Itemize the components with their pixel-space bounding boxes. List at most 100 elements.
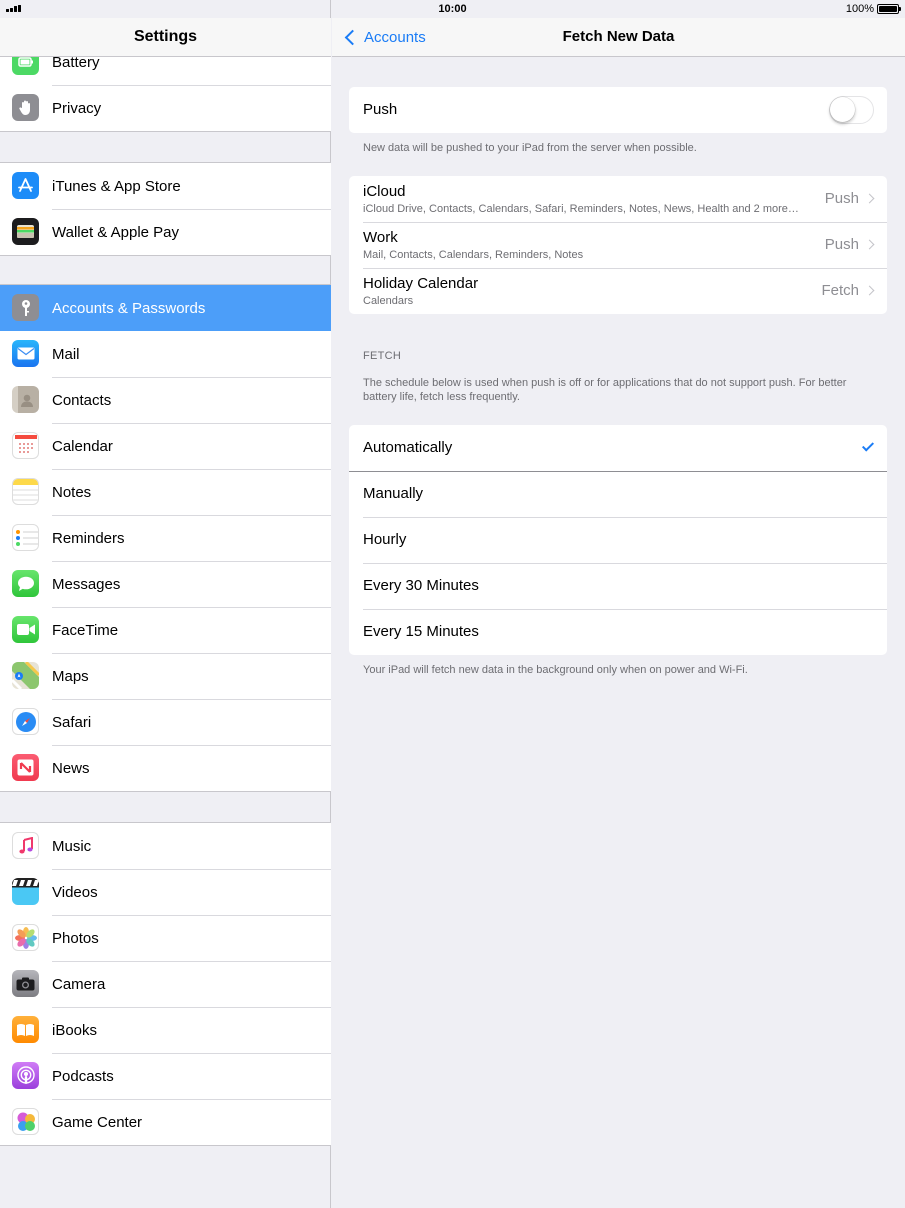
sidebar-item-game-center[interactable]: Game Center — [0, 1099, 331, 1145]
sidebar-item-camera[interactable]: Camera — [0, 961, 331, 1007]
settings-title: Settings — [133, 28, 198, 45]
sidebar-item-safari[interactable]: Safari — [0, 699, 331, 745]
fetch-footer-note: Your iPad will fetch new data in the bac… — [363, 664, 748, 676]
sidebar-item-photos[interactable]: Photos — [0, 915, 331, 961]
fetch-heading: FETCH — [363, 350, 402, 362]
podcasts-icon — [12, 1062, 39, 1089]
toggle-knob — [830, 97, 855, 122]
settings-group-4: Music Videos Photos Camera iBooks Podcas… — [0, 822, 331, 1146]
wallet-icon — [12, 218, 39, 245]
chevron-right-icon — [864, 193, 875, 204]
account-detail: Mail, Contacts, Calendars, Reminders, No… — [363, 249, 584, 261]
account-detail: iCloud Drive, Contacts, Calendars, Safar… — [363, 203, 799, 215]
maps-icon — [12, 662, 39, 689]
ibooks-icon — [12, 1016, 39, 1043]
sidebar-item-podcasts[interactable]: Podcasts — [0, 1053, 331, 1099]
sidebar-item-videos[interactable]: Videos — [0, 869, 331, 915]
chevron-right-icon — [864, 285, 875, 296]
sidebar-item-privacy[interactable]: Privacy — [0, 85, 331, 131]
sidebar-item-label: Videos — [52, 883, 98, 901]
push-card: Push — [349, 87, 887, 133]
sidebar-item-label: Safari — [52, 713, 92, 731]
account-row-work[interactable]: Work Mail, Contacts, Calendars, Reminder… — [349, 222, 887, 268]
schedule-option-manually[interactable]: Manually — [349, 471, 887, 517]
facetime-icon — [12, 616, 39, 643]
game-center-icon — [12, 1108, 39, 1135]
messages-icon — [12, 570, 39, 597]
sidebar-item-label: Notes — [52, 483, 92, 501]
fetch-note: The schedule below is used when push is … — [363, 377, 847, 403]
battery-icon — [877, 4, 901, 14]
fetch-schedule-card: Automatically Manually Hourly Every 30 M… — [349, 425, 887, 655]
accounts-card: iCloud iCloud Drive, Contacts, Calendars… — [349, 176, 887, 314]
sidebar-item-label: Game Center — [52, 1113, 143, 1131]
battery-percentage: 100% — [845, 3, 874, 15]
account-fetch-value: Push — [820, 236, 859, 253]
account-detail: Calendars — [363, 295, 414, 307]
sidebar-item-contacts[interactable]: Contacts — [0, 377, 331, 423]
sidebar-item-label: News — [52, 759, 90, 777]
account-fetch-value: Push — [820, 190, 859, 207]
schedule-label: Automatically — [363, 439, 453, 456]
schedule-option-automatically[interactable]: Automatically — [349, 425, 887, 472]
chevron-left-icon — [344, 29, 361, 45]
sidebar-item-ibooks[interactable]: iBooks — [0, 1007, 331, 1053]
sidebar-item-label: Music — [52, 837, 92, 855]
reminders-icon — [12, 524, 39, 551]
sidebar-item-label: iBooks — [52, 1021, 98, 1039]
schedule-label: Hourly — [363, 531, 407, 548]
sidebar-item-label: Calendar — [52, 437, 113, 455]
sidebar-item-reminders[interactable]: Reminders — [0, 515, 331, 561]
schedule-label: Manually — [363, 485, 424, 502]
sidebar-item-accounts-passwords[interactable]: Accounts & Passwords — [0, 285, 331, 331]
schedule-option-every-30-minutes[interactable]: Every 30 Minutes — [349, 563, 887, 609]
sidebar-item-facetime[interactable]: FaceTime — [0, 607, 331, 653]
back-button-label: Accounts — [364, 28, 426, 46]
schedule-label: Every 30 Minutes — [363, 577, 479, 594]
back-button[interactable]: Accounts — [342, 18, 426, 56]
account-fetch-value: Fetch — [817, 282, 859, 299]
push-label: Push — [363, 101, 398, 118]
sidebar-item-label: Wallet & Apple Pay — [52, 223, 180, 241]
sidebar-item-label: Messages — [52, 575, 121, 593]
sidebar-item-messages[interactable]: Messages — [0, 561, 331, 607]
settings-sidebar: Settings Battery Privacy iTunes & App St… — [0, 0, 331, 1208]
sidebar-item-label: Reminders — [52, 529, 125, 547]
settings-group-3: Accounts & Passwords Mail Contacts Calen… — [0, 284, 331, 792]
sidebar-item-label: FaceTime — [52, 621, 119, 639]
push-note: New data will be pushed to your iPad fro… — [363, 142, 697, 154]
videos-icon — [12, 878, 39, 905]
push-toggle[interactable] — [829, 96, 874, 124]
sidebar-item-label: Mail — [52, 345, 80, 363]
account-row-holiday-calendar[interactable]: Holiday Calendar Calendars Fetch — [349, 268, 887, 314]
sidebar-item-itunes-app-store[interactable]: iTunes & App Store — [0, 163, 331, 209]
music-icon — [12, 832, 39, 859]
sidebar-item-mail[interactable]: Mail — [0, 331, 331, 377]
sidebar-item-label: Camera — [52, 975, 106, 993]
account-row-icloud[interactable]: iCloud iCloud Drive, Contacts, Calendars… — [349, 176, 887, 222]
account-name: iCloud — [363, 183, 406, 200]
sidebar-item-notes[interactable]: Notes — [0, 469, 331, 515]
schedule-option-every-15-minutes[interactable]: Every 15 Minutes — [349, 609, 887, 655]
calendar-icon — [12, 432, 39, 459]
push-row: Push — [349, 87, 887, 133]
camera-icon — [12, 970, 39, 997]
sidebar-item-music[interactable]: Music — [0, 823, 331, 869]
schedule-label: Every 15 Minutes — [363, 623, 479, 640]
sidebar-item-calendar[interactable]: Calendar — [0, 423, 331, 469]
key-icon — [12, 294, 39, 321]
sidebar-item-label: Photos — [52, 929, 99, 947]
contacts-icon — [12, 386, 39, 413]
schedule-option-hourly[interactable]: Hourly — [349, 517, 887, 563]
sidebar-item-news[interactable]: News — [0, 745, 331, 791]
settings-group-2: iTunes & App Store Wallet & Apple Pay — [0, 162, 331, 256]
sidebar-item-label: Maps — [52, 667, 89, 685]
sidebar-item-label: iTunes & App Store — [52, 177, 181, 195]
mail-icon — [12, 340, 39, 367]
sidebar-item-maps[interactable]: Maps — [0, 653, 331, 699]
detail-header: Fetch New Data Accounts — [332, 18, 905, 57]
sidebar-item-wallet[interactable]: Wallet & Apple Pay — [0, 209, 331, 255]
account-name: Work — [363, 229, 398, 246]
account-name: Holiday Calendar — [363, 275, 479, 292]
hand-icon — [12, 94, 39, 121]
